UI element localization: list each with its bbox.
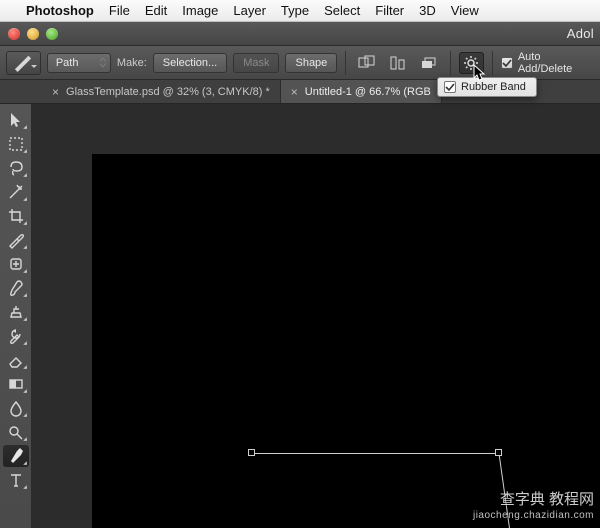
separator — [450, 51, 451, 75]
separator — [492, 51, 493, 75]
window-titlebar: Adol — [0, 22, 600, 46]
canvas[interactable] — [92, 154, 600, 528]
stack-icon — [420, 55, 438, 71]
tools-panel — [0, 104, 32, 528]
clone-stamp-tool[interactable] — [3, 301, 29, 323]
path-anchor[interactable] — [248, 449, 255, 456]
pen-icon — [12, 54, 34, 72]
traffic-lights — [8, 28, 58, 40]
menu-select[interactable]: Select — [324, 3, 360, 18]
auto-add-delete-checkbox[interactable]: Auto Add/Delete — [501, 51, 594, 75]
tab-label: GlassTemplate.psd @ 32% (3, CMYK/8) * — [66, 86, 270, 98]
tab-untitled-1[interactable]: × Untitled-1 @ 66.7% (RGB — [281, 80, 442, 103]
pen-tool[interactable] — [3, 445, 29, 467]
tab-label: Untitled-1 @ 66.7% (RGB — [305, 86, 431, 98]
button-label: Mask — [243, 57, 269, 69]
align-icon — [389, 55, 407, 71]
menu-app[interactable]: Photoshop — [26, 3, 94, 18]
watermark-line2: jiaocheng.chazidian.com — [473, 510, 594, 523]
checkbox-box — [501, 57, 513, 69]
close-icon[interactable]: × — [291, 85, 298, 99]
menu-layer[interactable]: Layer — [233, 3, 266, 18]
button-label: Selection... — [163, 57, 217, 69]
brush-tool[interactable] — [3, 277, 29, 299]
healing-brush-tool[interactable] — [3, 253, 29, 275]
path-anchor[interactable] — [495, 449, 502, 456]
close-window-button[interactable] — [8, 28, 20, 40]
mac-menu-bar: Photoshop File Edit Image Layer Type Sel… — [0, 0, 600, 22]
checkbox-label: Auto Add/Delete — [518, 51, 594, 75]
overlap-squares-icon — [358, 55, 376, 71]
type-tool[interactable] — [3, 469, 29, 491]
magic-wand-tool[interactable] — [3, 181, 29, 203]
current-tool-indicator[interactable] — [6, 51, 41, 75]
dodge-tool[interactable] — [3, 421, 29, 443]
make-shape-button[interactable]: Shape — [285, 53, 337, 73]
close-icon[interactable]: × — [52, 85, 59, 99]
eraser-tool[interactable] — [3, 349, 29, 371]
watermark-line1: 查字典 教程网 — [473, 491, 594, 510]
history-brush-tool[interactable] — [3, 325, 29, 347]
mouse-cursor — [473, 64, 487, 84]
document-area[interactable] — [32, 104, 600, 528]
tab-glasstemplate[interactable]: × GlassTemplate.psd @ 32% (3, CMYK/8) * — [42, 80, 281, 103]
blur-tool[interactable] — [3, 397, 29, 419]
rubber-band-label: Rubber Band — [461, 81, 526, 93]
path-segment — [252, 453, 499, 454]
minimize-window-button[interactable] — [27, 28, 39, 40]
check-icon — [502, 58, 512, 68]
gradient-tool[interactable] — [3, 373, 29, 395]
make-mask-button[interactable]: Mask — [233, 53, 279, 73]
path-op-combine-button[interactable] — [354, 52, 379, 74]
menu-image[interactable]: Image — [182, 3, 218, 18]
menu-edit[interactable]: Edit — [145, 3, 167, 18]
marquee-tool[interactable] — [3, 133, 29, 155]
make-label: Make: — [117, 57, 147, 69]
menu-type[interactable]: Type — [281, 3, 309, 18]
path-arrange-button[interactable] — [417, 52, 442, 74]
eyedropper-tool[interactable] — [3, 229, 29, 251]
menu-3d[interactable]: 3D — [419, 3, 436, 18]
crop-tool[interactable] — [3, 205, 29, 227]
window-title: Adol — [567, 26, 600, 41]
menu-filter[interactable]: Filter — [375, 3, 404, 18]
menu-view[interactable]: View — [451, 3, 479, 18]
separator — [345, 51, 346, 75]
lasso-tool[interactable] — [3, 157, 29, 179]
dropdown-value: Path — [56, 57, 79, 69]
zoom-window-button[interactable] — [46, 28, 58, 40]
pick-tool-mode-dropdown[interactable]: Path — [47, 53, 111, 73]
watermark: 查字典 教程网 jiaocheng.chazidian.com — [473, 491, 594, 522]
rubber-band-checkbox[interactable] — [444, 81, 456, 93]
check-icon — [445, 82, 455, 92]
options-bar: Path Make: Selection... Mask Shape Auto … — [0, 46, 600, 80]
make-selection-button[interactable]: Selection... — [153, 53, 227, 73]
path-align-button[interactable] — [385, 52, 410, 74]
button-label: Shape — [295, 57, 327, 69]
menu-file[interactable]: File — [109, 3, 130, 18]
move-tool[interactable] — [3, 109, 29, 131]
